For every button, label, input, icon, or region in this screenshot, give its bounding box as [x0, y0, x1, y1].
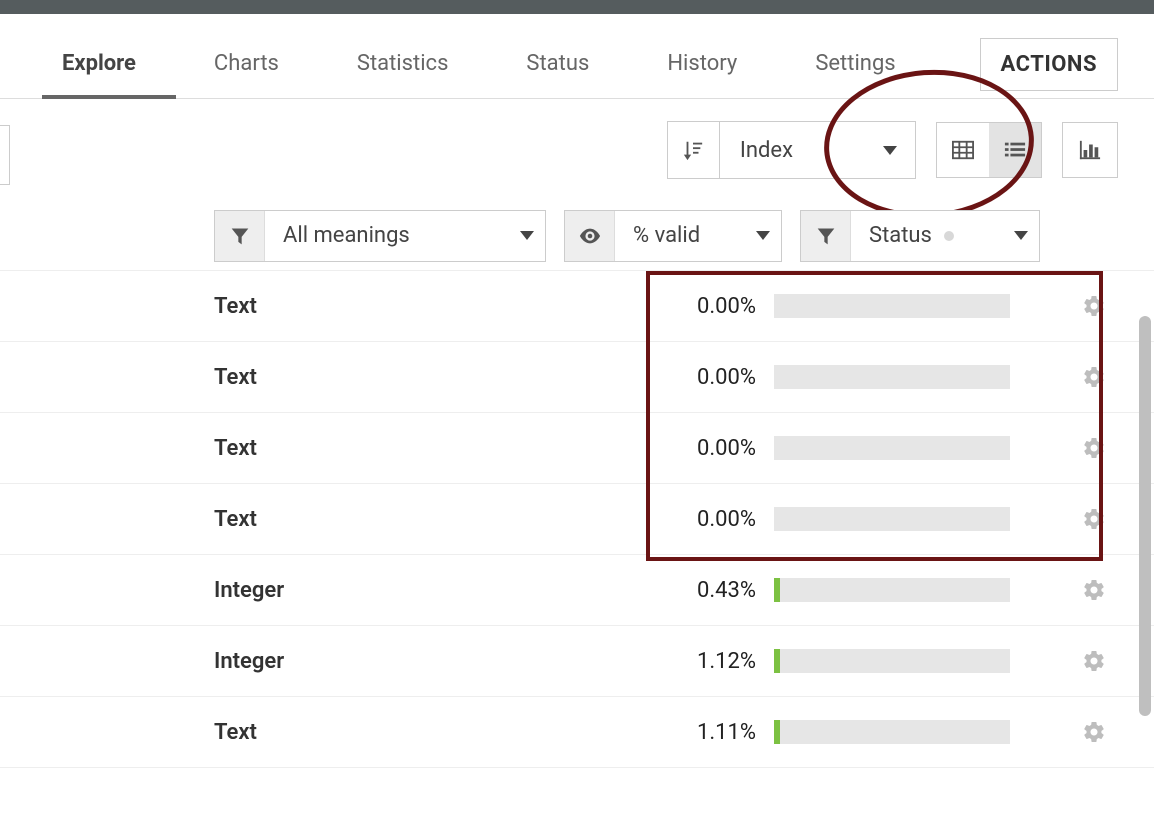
filter-meanings[interactable]: All meanings	[214, 210, 546, 262]
view-toggle	[936, 122, 1042, 178]
row-settings-button[interactable]	[1070, 578, 1118, 602]
row-settings-button[interactable]	[1070, 294, 1118, 318]
list-icon	[1004, 141, 1026, 159]
percent-value: 0.43%	[654, 578, 774, 603]
chevron-down-icon	[520, 231, 534, 240]
percent-value: 0.00%	[654, 507, 774, 532]
list-view-button[interactable]	[989, 123, 1041, 177]
percent-value: 0.00%	[654, 365, 774, 390]
gear-icon	[1082, 436, 1106, 460]
progress-bar	[774, 720, 1070, 744]
status-dot	[944, 231, 954, 241]
progress-bar	[774, 649, 1070, 673]
tab-bar: Explore Charts Statistics Status History…	[0, 14, 1154, 99]
tab-status[interactable]: Status	[516, 29, 599, 98]
table-row[interactable]: Integer0.43%	[0, 555, 1154, 626]
progress-bar	[774, 294, 1070, 318]
percent-value: 0.00%	[654, 294, 774, 319]
row-settings-button[interactable]	[1070, 436, 1118, 460]
sort-icon	[668, 122, 720, 178]
grid-icon	[952, 140, 974, 160]
percent-value: 1.11%	[654, 720, 774, 745]
filters-row: All meanings % valid Status	[0, 201, 1154, 271]
chevron-down-icon	[1014, 231, 1028, 240]
sort-select[interactable]: Index	[667, 121, 916, 179]
progress-bar	[774, 507, 1070, 531]
progress-bar	[774, 365, 1070, 389]
row-settings-button[interactable]	[1070, 365, 1118, 389]
percent-value: 0.00%	[654, 436, 774, 461]
table-row[interactable]: Integer1.12%	[0, 626, 1154, 697]
column-type-label: Integer	[214, 578, 654, 603]
gear-icon	[1082, 720, 1106, 744]
chevron-down-icon	[756, 231, 770, 240]
table-row[interactable]: Text0.00%	[0, 342, 1154, 413]
grid-view-button[interactable]	[937, 123, 989, 177]
eye-icon	[565, 211, 615, 261]
tab-explore[interactable]: Explore	[52, 29, 146, 98]
tab-statistics[interactable]: Statistics	[347, 29, 459, 98]
progress-bar	[774, 578, 1070, 602]
toolbar: Index	[0, 99, 1154, 201]
tab-history[interactable]: History	[657, 29, 747, 98]
gear-icon	[1082, 578, 1106, 602]
column-type-label: Text	[214, 507, 654, 532]
column-type-label: Text	[214, 365, 654, 390]
tab-charts[interactable]: Charts	[204, 29, 289, 98]
filter-icon	[215, 211, 265, 261]
gear-icon	[1082, 649, 1106, 673]
sort-field-label: Index	[740, 138, 793, 163]
table-row[interactable]: Text1.11%	[0, 697, 1154, 768]
percent-value: 1.12%	[654, 649, 774, 674]
left-panel-stub	[0, 125, 10, 185]
tab-settings[interactable]: Settings	[805, 29, 905, 98]
table-row[interactable]: Text0.00%	[0, 484, 1154, 555]
row-settings-button[interactable]	[1070, 649, 1118, 673]
table-row[interactable]: Text0.00%	[0, 271, 1154, 342]
table-row[interactable]: Text0.00%	[0, 413, 1154, 484]
chevron-down-icon	[883, 146, 897, 155]
row-settings-button[interactable]	[1070, 507, 1118, 531]
gear-icon	[1082, 365, 1106, 389]
column-type-label: Integer	[214, 649, 654, 674]
scroll-thumb[interactable]	[1139, 316, 1151, 716]
gear-icon	[1082, 507, 1106, 531]
filter-status[interactable]: Status	[800, 210, 1040, 262]
chart-panel-button[interactable]	[1062, 122, 1118, 178]
data-rows: Text0.00%Text0.00%Text0.00%Text0.00%Inte…	[0, 271, 1154, 768]
column-type-label: Text	[214, 436, 654, 461]
gear-icon	[1082, 294, 1106, 318]
bar-chart-icon	[1079, 140, 1101, 160]
filter-icon	[801, 211, 851, 261]
filter-status-label: Status	[869, 223, 932, 248]
vertical-scrollbar[interactable]	[1136, 316, 1154, 816]
column-type-label: Text	[214, 720, 654, 745]
filter-meanings-label: All meanings	[283, 223, 410, 248]
actions-button[interactable]: ACTIONS	[980, 38, 1118, 91]
row-settings-button[interactable]	[1070, 720, 1118, 744]
window-chrome	[0, 0, 1154, 14]
filter-valid-label: % valid	[633, 223, 700, 248]
filter-valid[interactable]: % valid	[564, 210, 782, 262]
progress-bar	[774, 436, 1070, 460]
column-type-label: Text	[214, 294, 654, 319]
